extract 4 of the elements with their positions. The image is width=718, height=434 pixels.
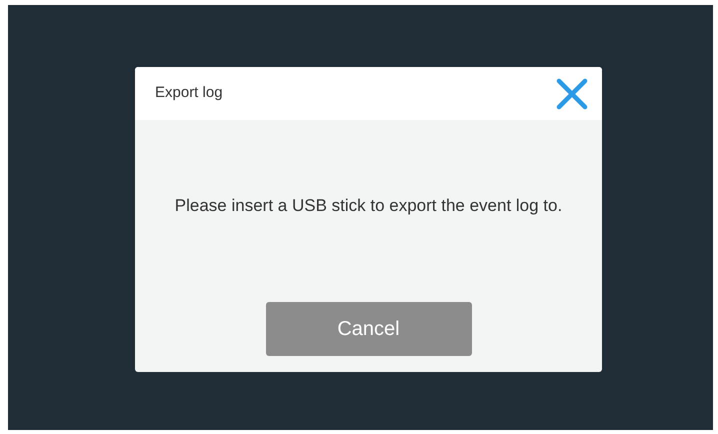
close-icon — [556, 78, 588, 110]
dialog-title: Export log — [155, 83, 223, 104]
cancel-button[interactable]: Cancel — [266, 302, 472, 356]
dialog-message: Please insert a USB stick to export the event log to. — [174, 195, 562, 217]
